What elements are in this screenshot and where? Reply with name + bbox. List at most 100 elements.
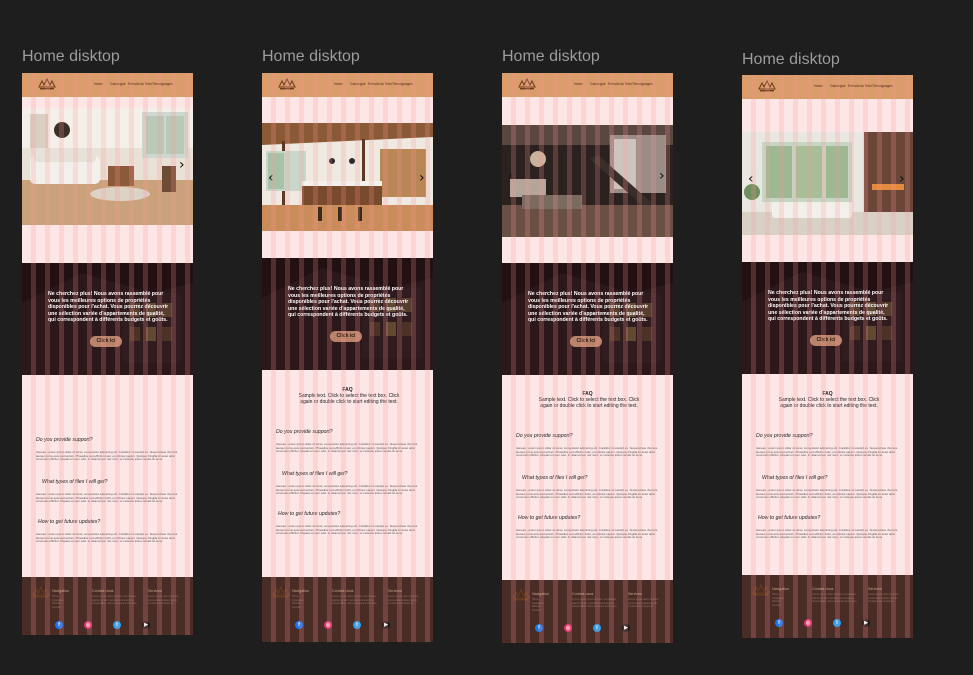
nav-link[interactable]: Home	[94, 82, 103, 86]
page-preview[interactable]: Home Catalogue Rebuild du Bien Témoignages ‹…	[262, 73, 433, 642]
facebook-icon[interactable]: f	[775, 619, 783, 627]
instagram-icon[interactable]: ◎	[804, 619, 812, 627]
promo-section: Ne cherchez plus! Nous avons rassemblé p…	[742, 262, 913, 374]
footer-line[interactable]: Contact	[532, 609, 543, 613]
logo[interactable]	[756, 79, 778, 93]
carousel-prev-icon[interactable]: ‹	[748, 172, 754, 186]
carousel-next-icon[interactable]: ›	[659, 169, 665, 183]
faq-answer: Aenean, Lorem ipsum dolor sit amet, cons…	[516, 489, 658, 500]
page-preview[interactable]: Home Catalogue Rebuild du Bien Témoignages ‹…	[742, 75, 913, 638]
nav-link[interactable]: Rebuild du Bien	[128, 82, 152, 86]
promo-text: Ne cherchez plus! Nous avons rassemblé p…	[768, 290, 889, 323]
page-preview[interactable]: Home Catalogue Rebuild du Bien Témoignages ‹…	[502, 73, 673, 643]
nav-link[interactable]: Rebuild du Bien	[608, 82, 632, 86]
promo-text: Ne cherchez plus! Nous avons rassemblé p…	[48, 291, 169, 324]
carousel-prev-icon[interactable]: ‹	[268, 171, 274, 185]
footer-logo[interactable]	[510, 588, 532, 602]
site-footer: Navigation Home Catalogue Rebuild Contact Con…	[502, 580, 673, 643]
faq-question[interactable]: Do you provide support?	[36, 437, 93, 443]
logo[interactable]	[36, 77, 58, 91]
youtube-icon[interactable]: ▶	[142, 621, 150, 629]
cta-button[interactable]: Click ici	[810, 335, 842, 346]
faq-question[interactable]: How to get future updates?	[278, 511, 340, 517]
footer-column: Lorem ipsum dolor sit amet, consectetur a…	[812, 593, 856, 604]
footer-logo[interactable]	[750, 583, 772, 597]
faq-question[interactable]: How to get future updates?	[758, 515, 820, 521]
twitter-icon[interactable]: t	[113, 621, 121, 629]
footer-line: Suspendisse rhoncus laoreet purus quis	[92, 602, 137, 606]
logo[interactable]	[516, 77, 538, 91]
nav-link[interactable]: Home	[814, 84, 823, 88]
instagram-icon[interactable]: ◎	[84, 621, 92, 629]
nav-link[interactable]: Catalogue	[590, 82, 605, 86]
carousel-next-icon[interactable]: ›	[899, 172, 905, 186]
footer-heading: Contact-nous	[572, 592, 594, 596]
youtube-icon[interactable]: ▶	[622, 624, 630, 632]
footer-logo[interactable]	[270, 585, 292, 599]
twitter-icon[interactable]: t	[593, 624, 601, 632]
faq-question[interactable]: What types of files I will get?	[42, 479, 107, 485]
faq-question[interactable]: What types of files I will get?	[522, 475, 587, 481]
frame-title[interactable]: Home disktop	[742, 51, 840, 69]
nav-link[interactable]: Témoignages	[632, 82, 653, 86]
faq-answer: Aenean, Lorem ipsum dolor sit amet, cons…	[516, 529, 658, 540]
nav-link[interactable]: Catalogue	[350, 82, 365, 86]
faq-question[interactable]: Do you provide support?	[516, 433, 573, 439]
logo[interactable]	[276, 77, 298, 91]
footer-line[interactable]: Contact	[292, 606, 303, 610]
page-preview[interactable]: Home Catalogue Rebuild du Bien Témoignages ›…	[22, 73, 193, 635]
nav-link[interactable]: Home	[334, 82, 343, 86]
nav-link[interactable]: Témoignages	[872, 84, 893, 88]
footer-heading: Navigation	[292, 589, 309, 593]
carousel-next-icon[interactable]: ›	[179, 158, 185, 172]
site-header: Home Catalogue Rebuild du Bien Témoignages	[262, 73, 433, 97]
facebook-icon[interactable]: f	[55, 621, 63, 629]
faq-question[interactable]: What types of files I will get?	[282, 471, 347, 477]
youtube-icon[interactable]: ▶	[382, 621, 390, 629]
faq-question[interactable]: How to get future updates?	[518, 515, 580, 521]
footer-column: Lorem ipsum dolor sit amet, consectetur a…	[868, 593, 899, 604]
cta-button[interactable]: Click ici	[570, 336, 602, 347]
footer-column: Home Catalogue Rebuild Contact	[52, 595, 63, 609]
carousel-next-icon[interactable]: ›	[419, 171, 425, 185]
cta-button[interactable]: Click ici	[90, 336, 122, 347]
faq-answer: Aenean, Lorem ipsum dolor sit amet, cons…	[276, 525, 418, 536]
twitter-icon[interactable]: t	[833, 619, 841, 627]
nav-link[interactable]: Rebuild du Bien	[848, 84, 872, 88]
footer-heading: Navigation	[532, 592, 549, 596]
nav-link[interactable]: Rebuild du Bien	[368, 82, 392, 86]
faq-question[interactable]: How to get future updates?	[38, 519, 100, 525]
nav-link[interactable]: Témoignages	[152, 82, 173, 86]
footer-column: Lorem ipsum dolor sit amet, consectetur a…	[628, 598, 659, 609]
twitter-icon[interactable]: t	[353, 621, 361, 629]
footer-line[interactable]: Contact	[52, 606, 63, 610]
faq-question[interactable]: Do you provide support?	[276, 429, 333, 435]
faq-answer: Aenean, Lorem ipsum dolor sit amet, cons…	[756, 529, 898, 540]
footer-heading: Navigation	[772, 587, 789, 591]
footer-heading: Contact-nous	[332, 589, 354, 593]
footer-column: Home Catalogue Rebuild Contact	[772, 593, 783, 607]
facebook-icon[interactable]: f	[535, 624, 543, 632]
facebook-icon[interactable]: f	[295, 621, 303, 629]
footer-line: Curabitur id suscipit ex.	[388, 602, 414, 606]
instagram-icon[interactable]: ◎	[324, 621, 332, 629]
frame-title[interactable]: Home disktop	[262, 48, 360, 66]
instagram-icon[interactable]: ◎	[564, 624, 572, 632]
frame-title[interactable]: Home disktop	[22, 48, 120, 66]
nav-link[interactable]: Home	[574, 82, 583, 86]
faq-answer: Aenean, Lorem ipsum dolor sit amet, cons…	[756, 447, 898, 458]
carousel-prev-icon[interactable]: ‹	[508, 169, 514, 183]
promo-section: Ne cherchez plus! Nous avons rassemblé p…	[22, 263, 193, 375]
cta-button[interactable]: Click ici	[330, 331, 362, 342]
faq-question[interactable]: What types of files I will get?	[762, 475, 827, 481]
faq-question[interactable]: Do you provide support?	[756, 433, 813, 439]
footer-logo[interactable]	[30, 585, 52, 599]
youtube-icon[interactable]: ▶	[862, 619, 870, 627]
nav-link[interactable]: Catalogue	[830, 84, 845, 88]
footer-line[interactable]: Contact	[772, 604, 783, 608]
hero-carousel: ‹ ›	[502, 125, 673, 237]
footer-line: Curabitur id suscipit ex.	[868, 600, 894, 604]
nav-link[interactable]: Catalogue	[110, 82, 125, 86]
nav-link[interactable]: Témoignages	[392, 82, 413, 86]
frame-title[interactable]: Home disktop	[502, 48, 600, 66]
